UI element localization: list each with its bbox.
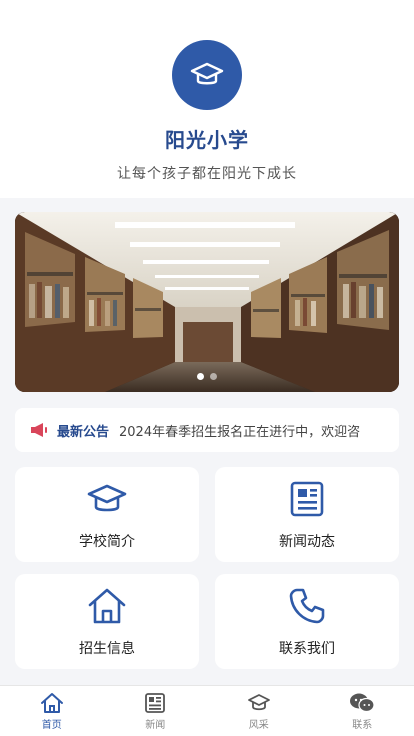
school-slogan: 让每个孩子都在阳光下成长 — [117, 166, 297, 182]
carousel-indicators — [15, 373, 399, 380]
tab-label: 联系 — [352, 719, 373, 731]
menu-card-contact[interactable]: 联系我们 — [215, 574, 399, 669]
tab-news[interactable]: 新闻 — [104, 686, 208, 736]
menu-card-label: 联系我们 — [279, 640, 335, 657]
graduation-cap-icon — [190, 62, 224, 85]
tab-label: 风采 — [248, 719, 269, 731]
newspaper-icon — [145, 692, 166, 713]
menu-grid: 学校简介 新闻动态 招生信息 联系我们 — [15, 467, 399, 669]
bottom-tab-bar: 首页 新闻 风采 联系 — [0, 685, 414, 736]
chat-icon — [350, 693, 375, 712]
banner-carousel[interactable] — [15, 212, 399, 392]
megaphone-icon — [31, 423, 47, 437]
carousel-dot[interactable] — [197, 373, 204, 380]
tab-label: 新闻 — [145, 719, 166, 731]
tab-gallery[interactable]: 风采 — [207, 686, 311, 736]
menu-card-admissions[interactable]: 招生信息 — [15, 574, 199, 669]
notice-text: 2024年春季招生报名正在进行中，欢迎咨 — [119, 424, 361, 440]
notice-bar[interactable]: 最新公告 2024年春季招生报名正在进行中，欢迎咨 — [15, 408, 399, 452]
home-icon — [40, 692, 63, 713]
school-header: 阳光小学 让每个孩子都在阳光下成长 — [0, 0, 414, 198]
menu-card-label: 学校简介 — [79, 533, 135, 550]
menu-card-school-intro[interactable]: 学校简介 — [15, 467, 199, 562]
carousel-dot[interactable] — [210, 373, 217, 380]
graduation-cap-icon — [87, 484, 127, 511]
tab-label: 首页 — [41, 719, 62, 731]
phone-icon — [289, 588, 325, 623]
tab-home[interactable]: 首页 — [0, 686, 104, 736]
newspaper-icon — [290, 481, 324, 516]
menu-card-label: 新闻动态 — [279, 533, 335, 550]
graduation-cap-icon — [247, 693, 270, 710]
banner-image — [15, 212, 399, 392]
tab-contact[interactable]: 联系 — [311, 686, 414, 736]
school-logo — [172, 40, 242, 110]
menu-card-label: 招生信息 — [79, 640, 135, 657]
menu-card-news[interactable]: 新闻动态 — [215, 467, 399, 562]
school-name: 阳光小学 — [165, 128, 249, 152]
notice-title: 最新公告 — [57, 424, 110, 440]
home-icon — [88, 588, 126, 623]
